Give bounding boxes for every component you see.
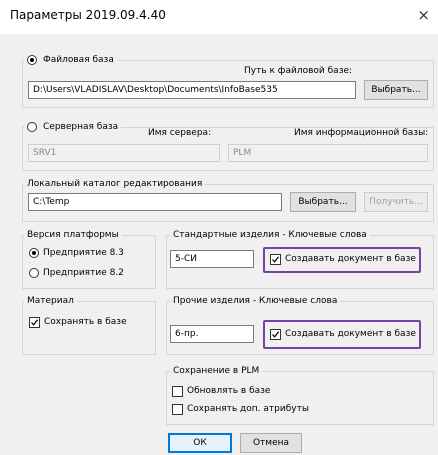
- platform-82-radio[interactable]: [29, 268, 39, 278]
- check-icon: [272, 331, 280, 338]
- material-save-checkbox[interactable]: [29, 317, 40, 328]
- infobase-name-input[interactable]: PLM: [228, 144, 428, 162]
- file-base-radio[interactable]: [27, 55, 37, 65]
- plm-attrs-label: Сохранять доп. атрибуты: [187, 404, 309, 414]
- material-group: [22, 301, 156, 355]
- close-icon[interactable]: ×: [417, 6, 430, 24]
- material-save-label: Сохранять в базе: [44, 317, 127, 327]
- other-keyword-input[interactable]: 6-пр.: [170, 325, 254, 343]
- check-icon: [31, 319, 39, 326]
- file-path-input[interactable]: D:\Users\VLADISLAV\Desktop\Documents\Inf…: [28, 81, 356, 99]
- material-legend: Материал: [24, 294, 77, 308]
- plm-update-checkbox[interactable]: [172, 386, 183, 397]
- server-base-radio-label: Серверная база: [43, 122, 119, 132]
- file-base-radio-label: Файловая база: [43, 55, 114, 65]
- window-title: Параметры 2019.09.4.40: [10, 8, 166, 22]
- standard-create-checkbox[interactable]: [270, 254, 281, 265]
- plm-save-legend: Сохранение в PLM: [170, 364, 263, 378]
- plm-update-label: Обновлять в базе: [187, 386, 271, 396]
- server-base-radio[interactable]: [27, 122, 37, 132]
- platform-legend: Версия платформы: [24, 228, 122, 242]
- cancel-button[interactable]: Отмена: [240, 433, 302, 453]
- standard-create-label: Создавать документ в базе: [285, 254, 416, 264]
- other-create-label: Создавать документ в базе: [285, 329, 416, 339]
- local-catalog-input[interactable]: C:\Temp: [28, 193, 282, 211]
- check-icon: [272, 256, 280, 263]
- server-name-label: Имя сервера:: [148, 128, 212, 138]
- local-catalog-legend: Локальный каталог редактирования: [24, 177, 206, 191]
- platform-83-label: Предприятие 8.3: [43, 248, 124, 258]
- standard-parts-legend: Стандартные изделия - Ключевые слова: [170, 228, 370, 242]
- infobase-name-label: Имя информационной базы:: [294, 128, 429, 138]
- other-create-checkbox[interactable]: [270, 329, 281, 340]
- other-parts-legend: Прочие изделия - Ключевые слова: [170, 294, 341, 308]
- standard-keyword-input[interactable]: 5-СИ: [170, 250, 254, 268]
- server-name-input[interactable]: SRV1: [28, 144, 220, 162]
- platform-82-label: Предприятие 8.2: [43, 268, 124, 278]
- file-base-legend: Файловая база: [24, 53, 117, 67]
- platform-group: [22, 235, 156, 289]
- file-browse-button[interactable]: Выбрать...: [364, 80, 428, 100]
- catalog-browse-button[interactable]: Выбрать...: [290, 192, 356, 212]
- platform-83-radio[interactable]: [29, 248, 39, 258]
- plm-save-group: [166, 371, 434, 425]
- ok-button[interactable]: ОК: [168, 433, 232, 453]
- plm-attrs-checkbox[interactable]: [172, 404, 183, 415]
- title-bar[interactable]: Параметры 2019.09.4.40 ×: [0, 0, 438, 34]
- file-path-label: Путь к файловой базе:: [244, 66, 353, 76]
- server-base-legend: Серверная база: [24, 120, 122, 134]
- catalog-get-button[interactable]: Получить...: [364, 192, 428, 212]
